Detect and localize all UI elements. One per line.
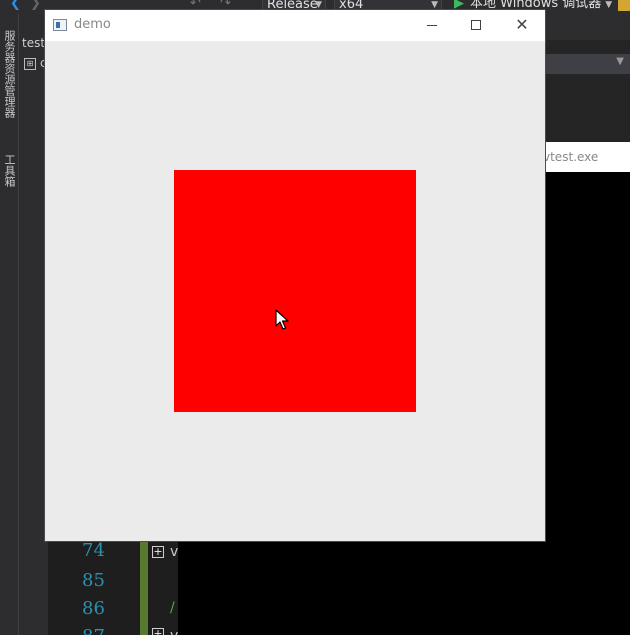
mouse-pointer-icon (275, 309, 289, 330)
line-number: 86 (82, 598, 105, 619)
minimize-button[interactable] (409, 10, 455, 41)
sidebar-tab-toolbox[interactable]: 工具箱 (1, 154, 17, 187)
maximize-icon (471, 20, 481, 30)
document-tab[interactable]: test (22, 36, 45, 50)
line-number: 85 (82, 570, 105, 591)
title-bar[interactable]: demo ✕ (45, 10, 545, 41)
console-window-title: vtest.exe (543, 142, 630, 172)
close-button[interactable]: ✕ (499, 10, 545, 41)
console-title-text: vtest.exe (543, 150, 599, 164)
expand-icon[interactable]: + (152, 546, 164, 558)
expand-icon[interactable]: + (152, 628, 164, 635)
back-icon[interactable]: ❮ (10, 0, 21, 11)
chevron-down-icon[interactable]: ▼ (616, 56, 624, 67)
code-comment: / (170, 600, 175, 616)
class-view-icon[interactable]: ⊞ (24, 58, 36, 70)
window-title: demo (74, 17, 111, 32)
close-icon: ✕ (515, 15, 529, 34)
code-editor[interactable]: 74 85 86 87 + + v / v (48, 540, 178, 635)
vs-right-panel: ▼ (545, 40, 630, 142)
demo-window: demo ✕ (45, 10, 545, 541)
screen: ❮ ❯ ↶ ↷ Release ▼ x64 ▼ ▶ 本地 Windows 调试器 ▼… (0, 0, 630, 635)
sidebar-tab-server-explorer[interactable]: 服务器资源管理器 (1, 30, 17, 118)
line-number: 74 (82, 540, 105, 561)
vs-side-toolbar: 服务器资源管理器 工具箱 (0, 14, 19, 635)
minimize-icon (427, 25, 437, 26)
red-square (174, 170, 416, 412)
chevron-down-icon: ▼ (605, 0, 613, 10)
forward-icon[interactable]: ❯ (30, 0, 41, 11)
toolbar-end-icon[interactable] (618, 0, 630, 11)
client-area[interactable] (45, 41, 545, 541)
maximize-button[interactable] (453, 10, 499, 41)
console-output-lower (178, 540, 630, 635)
line-number: 87 (82, 626, 142, 635)
change-indicator-bar (140, 540, 148, 635)
window-app-icon[interactable] (53, 19, 67, 31)
